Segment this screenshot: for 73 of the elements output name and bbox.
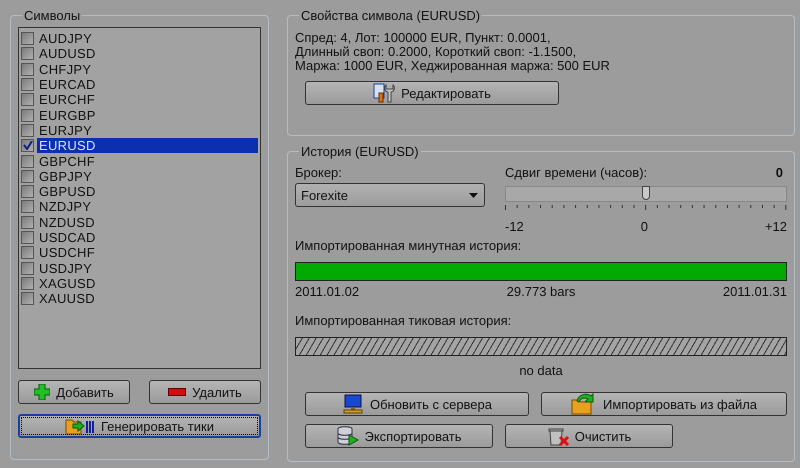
group-title: История (EURUSD) <box>300 144 420 159</box>
checkbox[interactable] <box>21 216 34 229</box>
symbol-item[interactable]: GBPCHF <box>37 154 258 169</box>
minus-icon <box>168 388 186 396</box>
computer-icon <box>342 394 364 414</box>
checkbox[interactable] <box>21 32 34 46</box>
start-date: 2011.01.02 <box>295 284 360 299</box>
symbol-item[interactable]: AUDUSD <box>37 46 258 62</box>
slider-thumb[interactable] <box>642 186 650 200</box>
update-from-server-button[interactable]: Обновить с сервера <box>305 392 529 416</box>
group-title: Свойства символа (EURUSD) <box>300 8 482 23</box>
no-data-text: no data <box>519 363 563 378</box>
import-from-file-button[interactable]: Импортировать из файла <box>541 392 787 416</box>
checkbox[interactable] <box>21 154 34 168</box>
broker-dropdown[interactable]: Forexite <box>295 183 485 207</box>
time-shift-slider[interactable] <box>505 186 787 202</box>
symbol-item[interactable]: EURJPY <box>37 122 258 138</box>
property-text: Спред: 4, Лот: 100000 EUR, Пункт: 0.0001, <box>295 31 552 45</box>
folder-arrow-icon <box>65 417 95 435</box>
property-text: Маржа: 1000 EUR, Хеджированная маржа: 500 EUR <box>295 59 611 73</box>
symbol-item[interactable]: NZDUSD <box>37 214 258 230</box>
symbol-item[interactable]: GBPUSD <box>37 184 258 200</box>
generate-ticks-button[interactable]: Генерировать тики <box>18 414 261 438</box>
checkbox[interactable] <box>21 185 34 198</box>
symbol-item[interactable]: EURCHF <box>37 92 258 108</box>
checkbox[interactable] <box>21 231 34 244</box>
symbol-item[interactable]: CHFJPY <box>37 62 258 77</box>
export-button[interactable]: Экспортировать <box>305 424 493 448</box>
add-button[interactable]: Добавить <box>18 380 130 404</box>
delete-button[interactable]: Удалить <box>149 380 261 404</box>
symbol-item[interactable]: NZDJPY <box>37 199 258 214</box>
property-text: Длинный своп: 0.2000, Короткий своп: -1.1500, <box>295 45 578 59</box>
bar-count: 29.773 bars <box>506 284 576 299</box>
symbol-item[interactable]: USDJPY <box>37 260 258 276</box>
checkbox[interactable] <box>21 139 34 152</box>
checkbox[interactable] <box>21 200 34 214</box>
edit-button[interactable]: Редактировать <box>305 81 559 105</box>
symbol-item[interactable]: EURCAD <box>37 77 258 92</box>
tick-history-label: Импортированная тиковая история: <box>295 313 512 328</box>
trash-icon <box>546 426 569 446</box>
symbol-item[interactable]: EURUSD <box>37 138 258 154</box>
database-export-icon <box>336 426 358 446</box>
symbol-item[interactable]: GBPJPY <box>37 168 258 184</box>
checkbox[interactable] <box>21 78 34 92</box>
symbol-item[interactable]: USDCHF <box>37 245 258 260</box>
end-date: 2011.01.31 <box>722 284 787 299</box>
dropdown-arrow-icon <box>469 192 478 198</box>
checkbox[interactable] <box>21 170 34 183</box>
checkbox[interactable] <box>21 262 34 275</box>
checkbox[interactable] <box>21 292 34 306</box>
checkbox[interactable] <box>21 124 34 137</box>
time-shift-label: Сдвиг времени (часов): <box>505 165 648 180</box>
slider-max-label: +12 <box>764 219 787 234</box>
symbol-item[interactable]: XAUUSD <box>37 291 258 306</box>
tools-icon <box>373 83 396 103</box>
time-shift-value: 0 <box>776 165 783 180</box>
group-title: Символы <box>23 8 82 23</box>
clear-button[interactable]: Очистить <box>505 424 673 448</box>
slider-mid-label: 0 <box>640 219 648 234</box>
checkbox[interactable] <box>21 108 34 122</box>
minute-history-label: Импортированная минутная история: <box>295 238 522 253</box>
plus-icon <box>34 384 50 400</box>
checkbox[interactable] <box>21 62 34 76</box>
checkbox[interactable] <box>21 246 34 260</box>
symbol-item[interactable]: AUDJPY <box>37 31 258 46</box>
checkbox[interactable] <box>21 276 34 290</box>
broker-label: Брокер: <box>295 165 342 180</box>
slider-min-label: -12 <box>505 219 524 234</box>
symbol-item[interactable]: EURGBP <box>37 108 258 123</box>
symbol-item[interactable]: XAGUSD <box>37 276 258 291</box>
symbol-item[interactable]: USDCAD <box>37 230 258 245</box>
checkbox[interactable] <box>21 93 34 106</box>
checkbox[interactable] <box>21 47 34 60</box>
